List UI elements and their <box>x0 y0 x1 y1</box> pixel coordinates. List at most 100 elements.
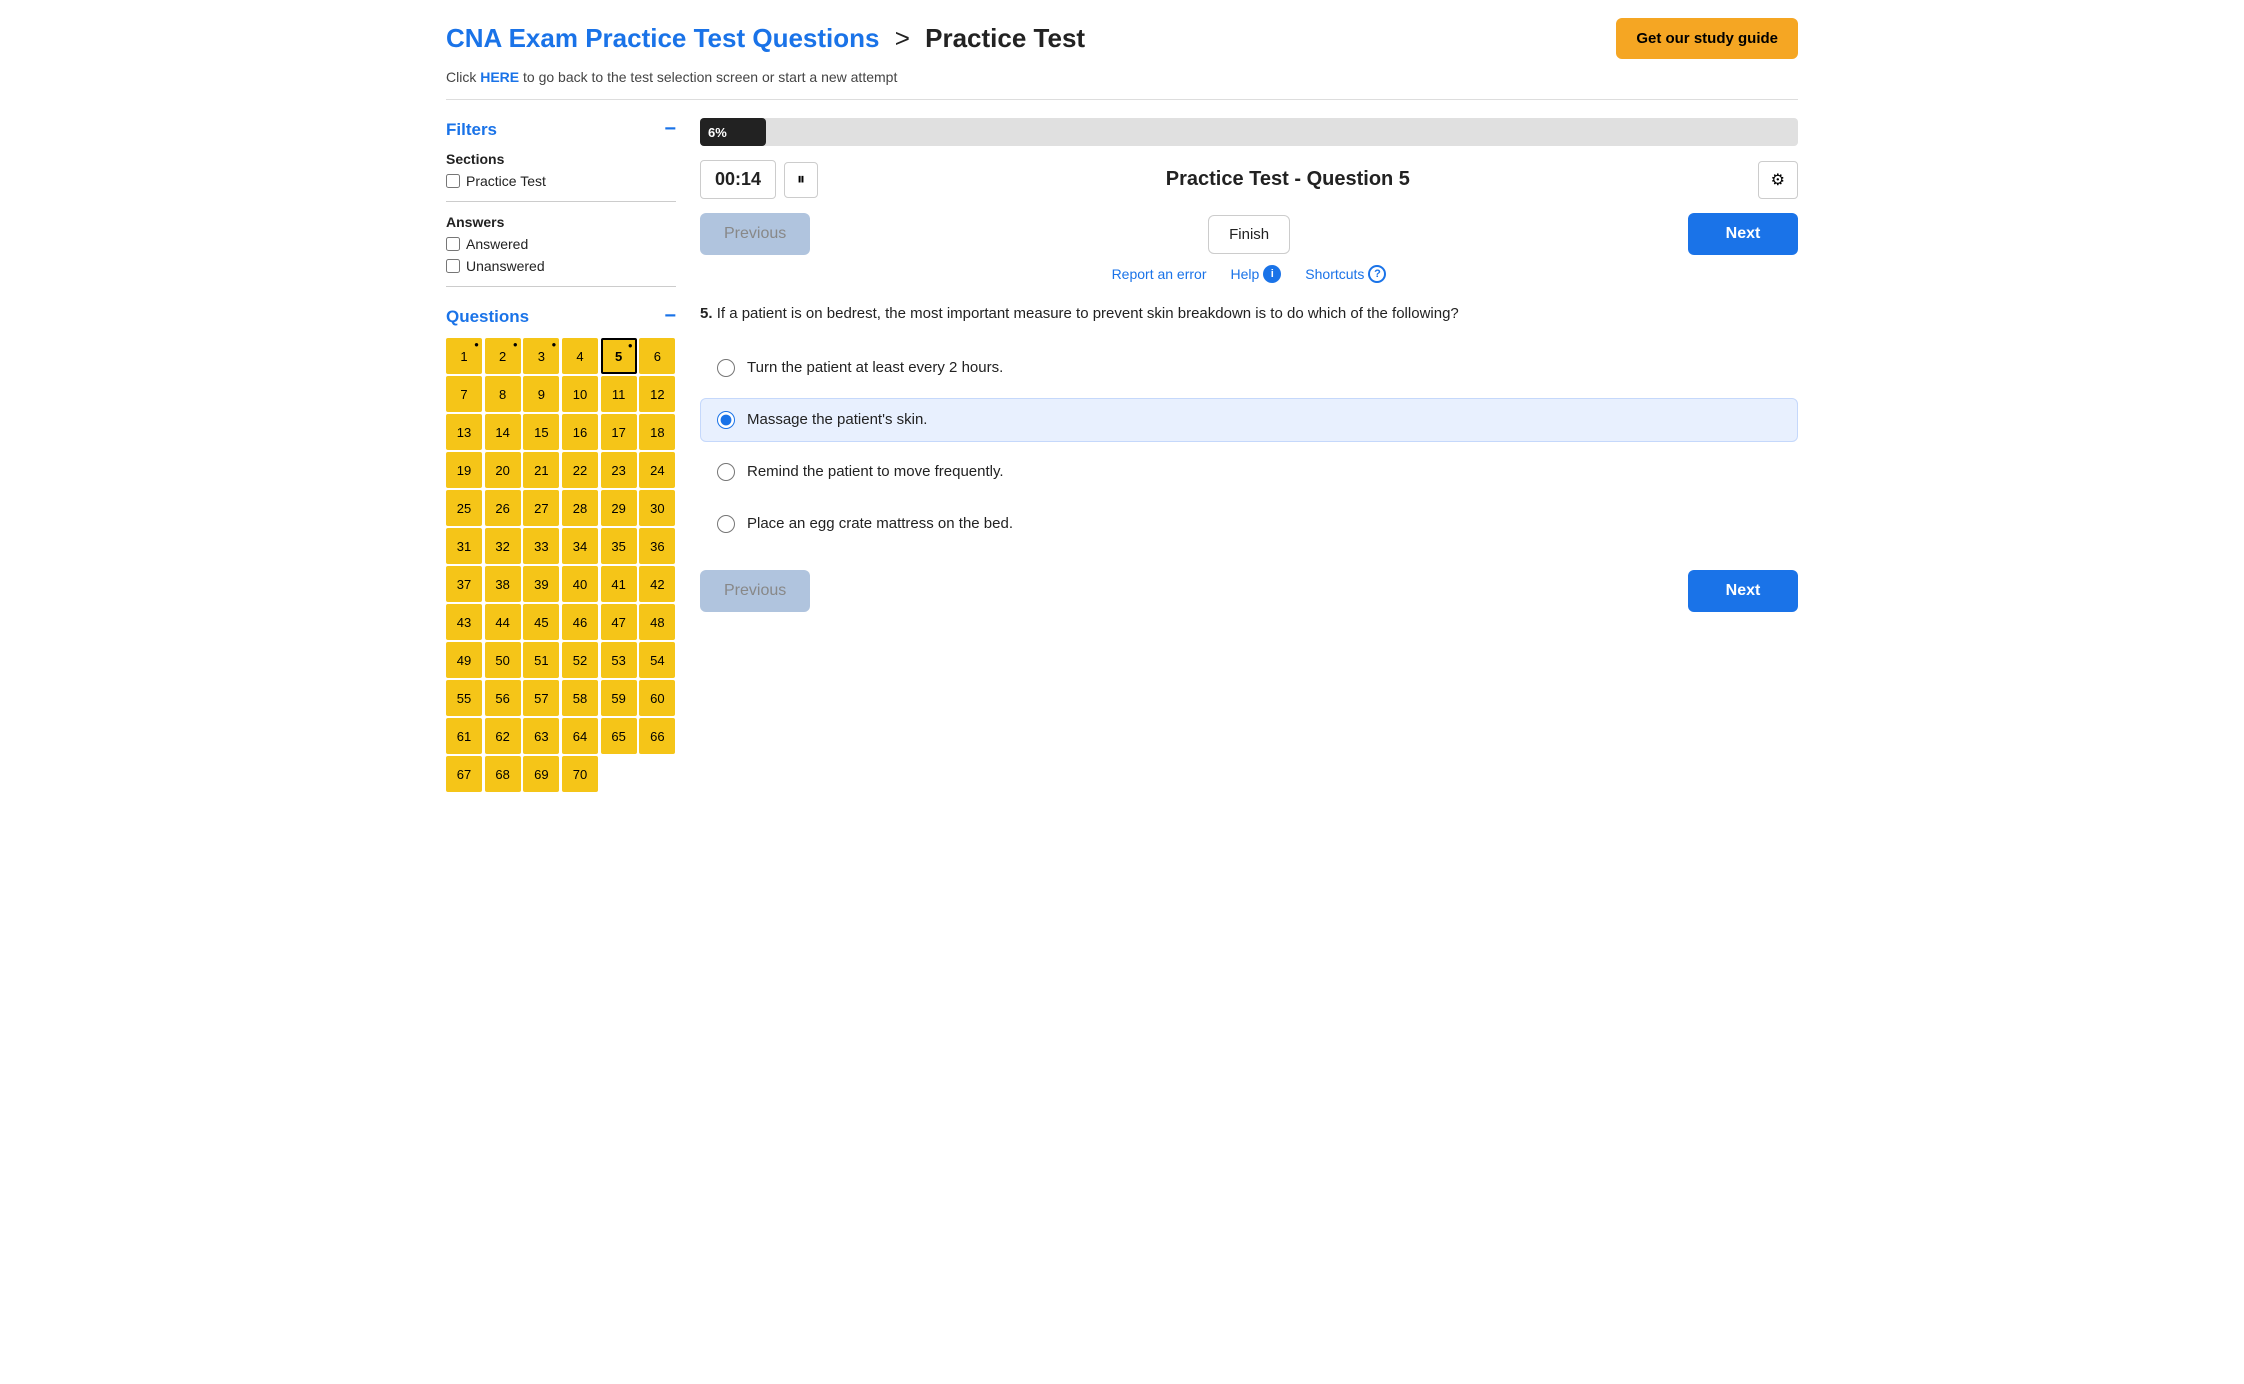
question-cell-50[interactable]: 50 <box>485 642 521 678</box>
question-cell-42[interactable]: 42 <box>639 566 675 602</box>
question-cell-40[interactable]: 40 <box>562 566 598 602</box>
question-cell-27[interactable]: 27 <box>523 490 559 526</box>
question-cell-33[interactable]: 33 <box>523 528 559 564</box>
question-cell-18[interactable]: 18 <box>639 414 675 450</box>
pause-button[interactable]: ⏸ <box>784 162 818 198</box>
section-practice-test-checkbox[interactable] <box>446 174 460 188</box>
answer-option-a[interactable]: Turn the patient at least every 2 hours. <box>700 346 1798 390</box>
question-cell-14[interactable]: 14 <box>485 414 521 450</box>
previous-button-top[interactable]: Previous <box>700 213 810 255</box>
question-cell-49[interactable]: 49 <box>446 642 482 678</box>
question-cell-60[interactable]: 60 <box>639 680 675 716</box>
finish-button[interactable]: Finish <box>1208 215 1290 254</box>
answer-option-b[interactable]: Massage the patient's skin. <box>700 398 1798 442</box>
question-cell-36[interactable]: 36 <box>639 528 675 564</box>
question-cell-12[interactable]: 12 <box>639 376 675 412</box>
question-cell-31[interactable]: 31 <box>446 528 482 564</box>
question-cell-13[interactable]: 13 <box>446 414 482 450</box>
question-cell-20[interactable]: 20 <box>485 452 521 488</box>
brand-link[interactable]: CNA Exam Practice Test Questions <box>446 23 879 53</box>
progress-label: 6% <box>708 125 727 140</box>
question-cell-29[interactable]: 29 <box>601 490 637 526</box>
question-cell-24[interactable]: 24 <box>639 452 675 488</box>
question-cell-34[interactable]: 34 <box>562 528 598 564</box>
question-cell-32[interactable]: 32 <box>485 528 521 564</box>
question-cell-46[interactable]: 46 <box>562 604 598 640</box>
question-cell-70[interactable]: 70 <box>562 756 598 792</box>
question-cell-56[interactable]: 56 <box>485 680 521 716</box>
filter-answered-checkbox[interactable] <box>446 237 460 251</box>
question-cell-61[interactable]: 61 <box>446 718 482 754</box>
filters-collapse-button[interactable]: − <box>664 118 676 141</box>
question-cell-10[interactable]: 10 <box>562 376 598 412</box>
question-cell-28[interactable]: 28 <box>562 490 598 526</box>
question-cell-68[interactable]: 68 <box>485 756 521 792</box>
question-cell-17[interactable]: 17 <box>601 414 637 450</box>
question-cell-23[interactable]: 23 <box>601 452 637 488</box>
question-cell-48[interactable]: 48 <box>639 604 675 640</box>
questions-collapse-button[interactable]: − <box>664 305 676 328</box>
here-link[interactable]: HERE <box>480 69 519 85</box>
answer-option-c[interactable]: Remind the patient to move frequently. <box>700 450 1798 494</box>
question-cell-8[interactable]: 8 <box>485 376 521 412</box>
question-cell-45[interactable]: 45 <box>523 604 559 640</box>
question-cell-53[interactable]: 53 <box>601 642 637 678</box>
question-cell-2[interactable]: 2 <box>485 338 521 374</box>
question-cell-16[interactable]: 16 <box>562 414 598 450</box>
progress-fill: 6% <box>700 118 766 146</box>
next-button-bottom[interactable]: Next <box>1688 570 1798 612</box>
question-cell-39[interactable]: 39 <box>523 566 559 602</box>
study-guide-button[interactable]: Get our study guide <box>1616 18 1798 59</box>
question-cell-19[interactable]: 19 <box>446 452 482 488</box>
question-cell-51[interactable]: 51 <box>523 642 559 678</box>
answer-radio-c[interactable] <box>717 463 735 481</box>
question-cell-4[interactable]: 4 <box>562 338 598 374</box>
answer-radio-a[interactable] <box>717 359 735 377</box>
question-cell-69[interactable]: 69 <box>523 756 559 792</box>
question-cell-3[interactable]: 3 <box>523 338 559 374</box>
answer-option-d[interactable]: Place an egg crate mattress on the bed. <box>700 502 1798 546</box>
question-cell-5[interactable]: 5 <box>601 338 637 374</box>
previous-button-bottom[interactable]: Previous <box>700 570 810 612</box>
question-cell-41[interactable]: 41 <box>601 566 637 602</box>
question-cell-15[interactable]: 15 <box>523 414 559 450</box>
question-cell-47[interactable]: 47 <box>601 604 637 640</box>
question-cell-38[interactable]: 38 <box>485 566 521 602</box>
shortcuts-link[interactable]: Shortcuts ? <box>1305 265 1386 283</box>
question-cell-43[interactable]: 43 <box>446 604 482 640</box>
question-cell-1[interactable]: 1 <box>446 338 482 374</box>
question-cell-37[interactable]: 37 <box>446 566 482 602</box>
question-cell-63[interactable]: 63 <box>523 718 559 754</box>
question-cell-22[interactable]: 22 <box>562 452 598 488</box>
question-cell-65[interactable]: 65 <box>601 718 637 754</box>
answer-radio-d[interactable] <box>717 515 735 533</box>
question-cell-59[interactable]: 59 <box>601 680 637 716</box>
settings-button[interactable]: ⚙ <box>1758 161 1798 199</box>
question-cell-26[interactable]: 26 <box>485 490 521 526</box>
question-cell-52[interactable]: 52 <box>562 642 598 678</box>
question-cell-57[interactable]: 57 <box>523 680 559 716</box>
question-cell-11[interactable]: 11 <box>601 376 637 412</box>
question-cell-58[interactable]: 58 <box>562 680 598 716</box>
report-error-link[interactable]: Report an error <box>1112 266 1207 282</box>
question-cell-54[interactable]: 54 <box>639 642 675 678</box>
question-cell-30[interactable]: 30 <box>639 490 675 526</box>
question-cell-6[interactable]: 6 <box>639 338 675 374</box>
question-cell-35[interactable]: 35 <box>601 528 637 564</box>
question-cell-25[interactable]: 25 <box>446 490 482 526</box>
question-cell-62[interactable]: 62 <box>485 718 521 754</box>
question-cell-21[interactable]: 21 <box>523 452 559 488</box>
answer-radio-b[interactable] <box>717 411 735 429</box>
question-cell-67[interactable]: 67 <box>446 756 482 792</box>
question-cell-64[interactable]: 64 <box>562 718 598 754</box>
question-number: 5. <box>700 305 713 322</box>
filter-unanswered-checkbox[interactable] <box>446 259 460 273</box>
question-cell-66[interactable]: 66 <box>639 718 675 754</box>
help-link[interactable]: Help i <box>1231 265 1282 283</box>
question-grid: 1234567891011121314151617181920212223242… <box>446 338 676 792</box>
question-cell-44[interactable]: 44 <box>485 604 521 640</box>
question-cell-9[interactable]: 9 <box>523 376 559 412</box>
next-button-top[interactable]: Next <box>1688 213 1798 255</box>
question-cell-7[interactable]: 7 <box>446 376 482 412</box>
question-cell-55[interactable]: 55 <box>446 680 482 716</box>
